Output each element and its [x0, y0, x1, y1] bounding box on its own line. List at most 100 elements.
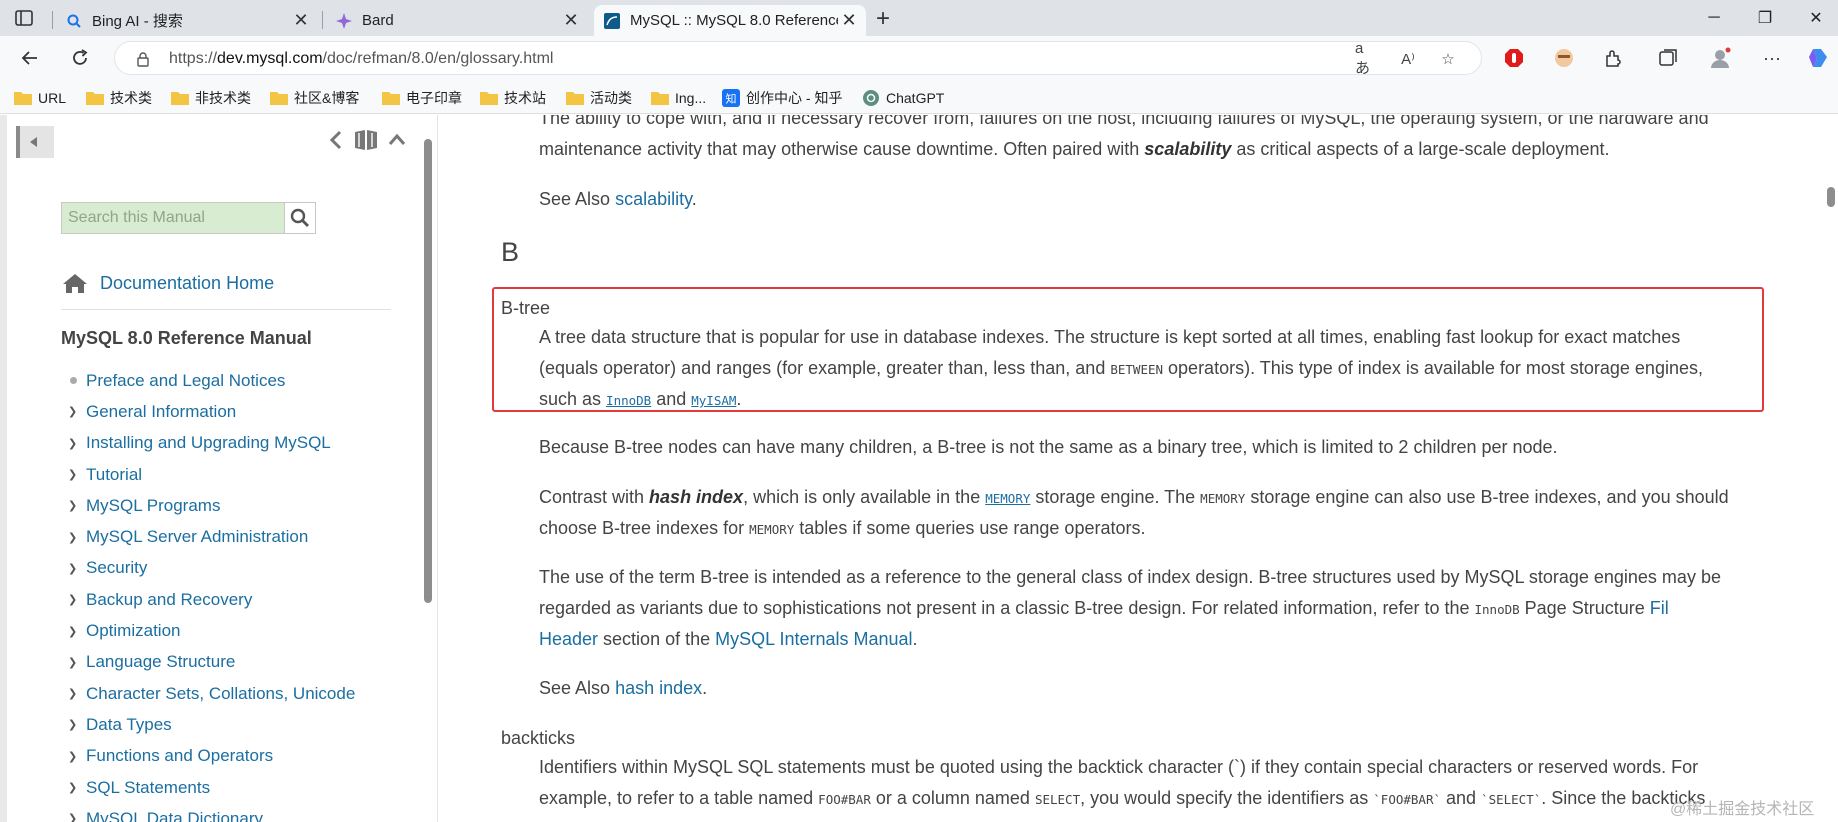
more-menu-icon[interactable]: ···: [1760, 46, 1784, 70]
bookmark-seal[interactable]: 电子印章: [382, 88, 462, 108]
toc-item[interactable]: ❯ Optimization: [68, 615, 355, 646]
chevron-right-icon[interactable]: ❯: [68, 750, 86, 763]
collapse-sidebar-button[interactable]: [16, 126, 54, 158]
toc-item[interactable]: ❯ MySQL Programs: [68, 490, 355, 521]
search-button[interactable]: [284, 203, 315, 233]
chevron-right-icon[interactable]: ❯: [68, 499, 86, 512]
chevron-right-icon[interactable]: ❯: [68, 531, 86, 544]
book-icon[interactable]: [354, 129, 378, 151]
text: such as: [539, 389, 607, 409]
fil-header-link[interactable]: Fil: [1650, 598, 1669, 618]
chevron-up-icon[interactable]: [388, 132, 406, 148]
sidebar-edge: [0, 115, 7, 822]
see-also: See Also hash index.: [539, 678, 707, 699]
hash-index-link[interactable]: hash index: [615, 678, 702, 698]
lock-icon[interactable]: [135, 51, 151, 67]
toc-item[interactable]: ❯ Language Structure: [68, 647, 355, 678]
bookmark-chatgpt[interactable]: ChatGPT: [862, 88, 944, 108]
copilot-icon[interactable]: [1806, 46, 1830, 70]
chevron-right-icon[interactable]: ❯: [68, 437, 86, 450]
myisam-link[interactable]: MyISAM: [691, 393, 736, 408]
favorite-star-icon[interactable]: ☆: [1437, 49, 1459, 69]
minimize-icon[interactable]: ─: [1701, 6, 1727, 30]
bookmark-community[interactable]: 社区&博客: [270, 88, 359, 108]
sidebar-scrollbar[interactable]: [424, 139, 432, 603]
back-icon[interactable]: [16, 44, 44, 72]
folder-icon: [651, 92, 669, 105]
toc-label: MySQL Server Administration: [86, 527, 309, 547]
bookmark-zhihu[interactable]: 知 创作中心 - 知乎: [722, 88, 842, 108]
toc-item[interactable]: ❯ Tutorial: [68, 459, 355, 490]
collections-icon[interactable]: [1656, 46, 1680, 70]
bookmark-ing[interactable]: Ing...: [651, 88, 706, 108]
toc-item[interactable]: ❯ MySQL Data Dictionary: [68, 803, 355, 822]
extension-avatar-icon[interactable]: [1552, 46, 1576, 70]
close-window-icon[interactable]: ✕: [1803, 6, 1829, 30]
bookmark-events[interactable]: 活动类: [566, 88, 632, 108]
code-keyword: BETWEEN: [1110, 362, 1164, 377]
collapse-handle: [16, 126, 20, 158]
toc-item[interactable]: Preface and Legal Notices: [68, 365, 355, 396]
profile-avatar-icon[interactable]: [1708, 46, 1732, 70]
tab-bard[interactable]: Bard ✕: [326, 5, 588, 36]
chevron-right-icon[interactable]: ❯: [68, 593, 86, 606]
address-bar[interactable]: https://dev.mysql.com/doc/refman/8.0/en/…: [114, 40, 1482, 77]
folder-icon: [14, 92, 32, 105]
bookmark-label: URL: [38, 90, 67, 106]
chevron-right-icon[interactable]: ❯: [68, 687, 86, 700]
toc-item[interactable]: ❯ SQL Statements: [68, 772, 355, 803]
refresh-icon[interactable]: [66, 44, 94, 72]
url-text[interactable]: https://dev.mysql.com/doc/refman/8.0/en/…: [169, 50, 553, 68]
toc-item[interactable]: ❯ MySQL Server Administration: [68, 521, 355, 552]
chevron-right-icon[interactable]: ❯: [68, 562, 86, 575]
restore-icon[interactable]: ❐: [1752, 6, 1778, 30]
chevron-right-icon[interactable]: ❯: [68, 405, 86, 418]
bookmark-nontech[interactable]: 非技术类: [171, 88, 251, 108]
read-aloud-icon[interactable]: A⁾: [1397, 49, 1419, 69]
chevron-right-icon[interactable]: ❯: [68, 812, 86, 822]
chevron-right-icon[interactable]: ❯: [68, 718, 86, 731]
toc-item[interactable]: ❯ General Information: [68, 396, 355, 427]
toc-item[interactable]: ❯ Backup and Recovery: [68, 584, 355, 615]
text: Contrast with: [539, 487, 650, 507]
close-tab-icon[interactable]: ✕: [838, 10, 860, 32]
folder-icon: [480, 92, 498, 105]
extensions-icon[interactable]: [1601, 46, 1625, 70]
home-icon: [63, 274, 87, 293]
adblock-icon[interactable]: [1502, 46, 1526, 70]
toc-item[interactable]: ❯ Character Sets, Collations, Unicode: [68, 678, 355, 709]
tab-bing[interactable]: Bing AI - 搜索 ✕: [56, 5, 318, 36]
new-tab-icon[interactable]: +: [870, 5, 896, 32]
innodb-link[interactable]: InnoDB: [606, 393, 651, 408]
internals-manual-link[interactable]: MySQL Internals Manual: [715, 629, 912, 649]
memory-link[interactable]: MEMORY: [985, 491, 1030, 506]
arrow-left-icon: [30, 137, 37, 147]
bookmark-techsite[interactable]: 技术站: [480, 88, 546, 108]
see-also-label: See Also: [539, 189, 616, 209]
toc-item[interactable]: ❯ Data Types: [68, 709, 355, 740]
tab-mysql[interactable]: MySQL :: MySQL 8.0 Reference M ✕: [594, 5, 866, 36]
tab-actions-icon[interactable]: [14, 8, 34, 28]
bookmark-url[interactable]: URL: [14, 88, 66, 108]
chevron-right-icon[interactable]: ❯: [68, 625, 86, 638]
toc-item[interactable]: ❯ Installing and Upgrading MySQL: [68, 428, 355, 459]
documentation-home-link[interactable]: Documentation Home: [62, 272, 274, 294]
bookmark-tech[interactable]: 技术类: [86, 88, 152, 108]
search-input[interactable]: [62, 203, 284, 233]
chevron-left-icon[interactable]: [328, 130, 344, 150]
fil-header-link[interactable]: Header: [539, 629, 598, 649]
page-scrollbar[interactable]: [1827, 187, 1835, 207]
chevron-right-icon[interactable]: ❯: [68, 781, 86, 794]
chevron-right-icon[interactable]: ❯: [68, 468, 86, 481]
toc-item[interactable]: ❯ Functions and Operators: [68, 741, 355, 772]
toc-item[interactable]: ❯ Security: [68, 553, 355, 584]
scalability-link[interactable]: scalability: [615, 189, 692, 209]
close-tab-icon[interactable]: ✕: [560, 10, 582, 32]
folder-icon: [382, 92, 400, 105]
bookmark-label: 技术站: [504, 90, 546, 106]
glossary-content: The ability to cope with, and if necessa…: [439, 115, 1838, 822]
translate-icon[interactable]: aあ: [1355, 40, 1377, 77]
close-tab-icon[interactable]: ✕: [290, 10, 312, 32]
toc-label: Security: [86, 558, 148, 578]
chevron-right-icon[interactable]: ❯: [68, 656, 86, 669]
